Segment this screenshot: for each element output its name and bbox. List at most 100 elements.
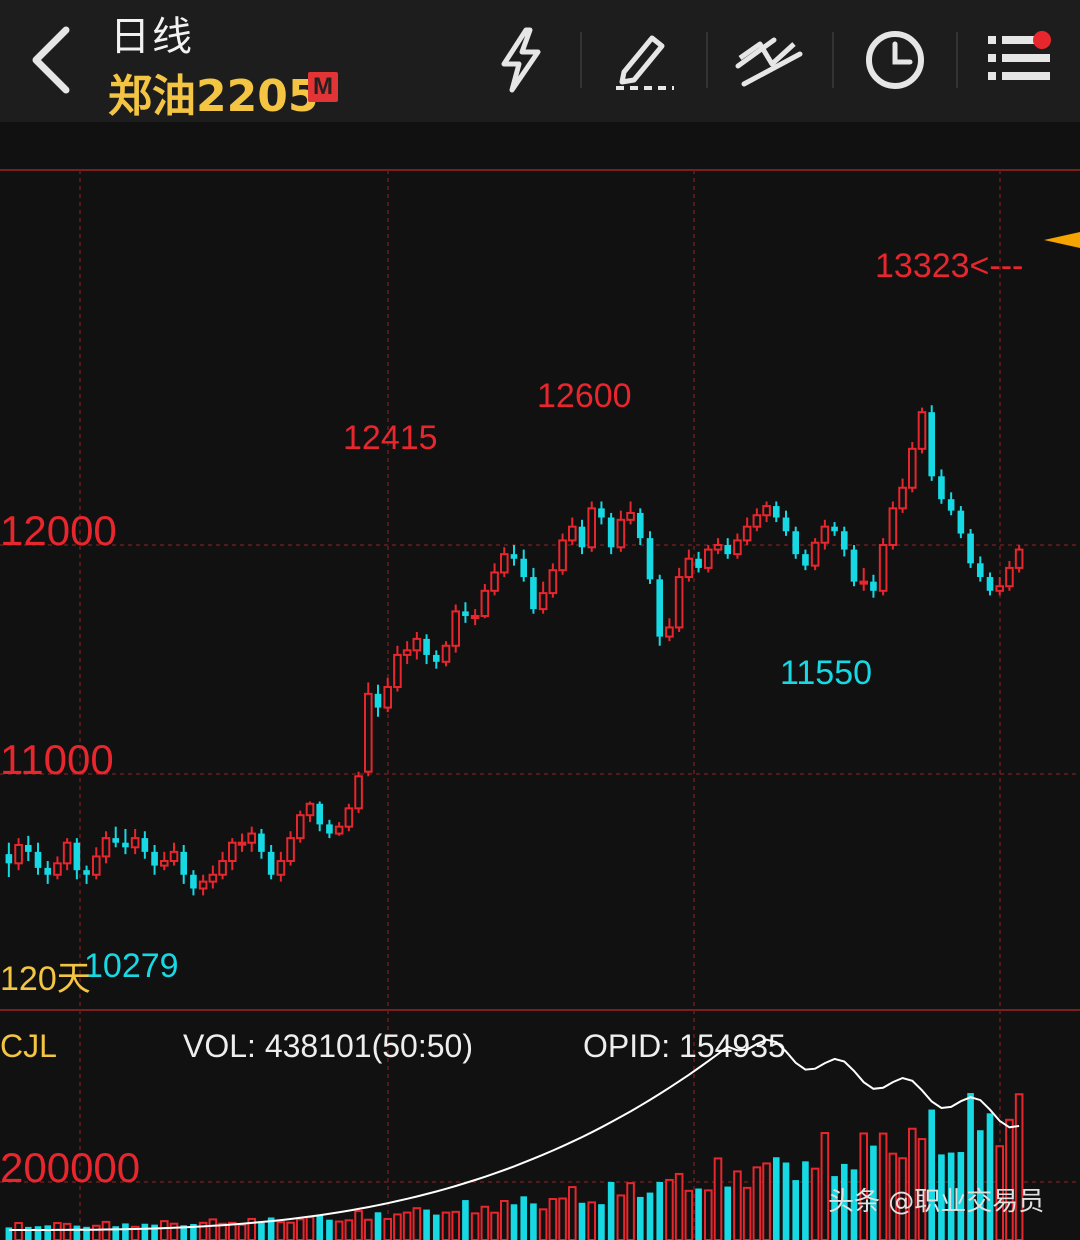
candle: [907, 447, 917, 489]
candle: [598, 508, 605, 518]
volume-bar: [34, 1226, 42, 1240]
candle: [159, 860, 169, 867]
volume-bar: [772, 1157, 780, 1240]
candle: [354, 775, 363, 810]
menu-list-icon[interactable]: [984, 24, 1054, 96]
candle: [190, 874, 197, 889]
candle: [441, 644, 451, 663]
volume-bar: [976, 1130, 984, 1240]
volume-bar: [567, 1186, 577, 1240]
candle: [646, 538, 654, 580]
volume-bar: [742, 1186, 752, 1240]
candle: [363, 692, 373, 773]
candle: [752, 514, 762, 528]
volume-value: VOL: 438101(50:50): [183, 1028, 473, 1064]
candle: [247, 832, 257, 844]
candle: [34, 851, 42, 868]
candle: [636, 512, 644, 539]
candle: [820, 525, 830, 544]
high-annotation-12600: 12600: [537, 377, 632, 415]
volume-bar: [986, 1113, 994, 1240]
candle: [656, 579, 664, 637]
kline-chart[interactable]: 12000 11000 13323<--- 12600 12415 11550 …: [0, 122, 1080, 1240]
volume-bar: [432, 1214, 440, 1240]
volume-bar: [402, 1211, 412, 1240]
volume-bar: [122, 1223, 129, 1240]
volume-bar: [423, 1209, 430, 1240]
volume-bar: [520, 1196, 528, 1240]
volume-bar: [510, 1204, 518, 1240]
volume-bar: [499, 1199, 509, 1240]
candle: [850, 549, 858, 582]
period-count-label[interactable]: 120天: [0, 960, 91, 998]
grid: [0, 169, 1080, 1240]
candle: [578, 526, 586, 548]
candle: [888, 507, 898, 546]
current-price-marker: [1044, 232, 1080, 248]
back-arrow-icon[interactable]: [22, 22, 82, 98]
volume-bar: [237, 1223, 247, 1240]
candle: [859, 580, 869, 585]
notification-dot: [1033, 31, 1051, 49]
volume-bar: [598, 1204, 605, 1240]
volume-bar: [530, 1203, 537, 1240]
volume-bar: [674, 1172, 684, 1240]
candle: [295, 814, 305, 840]
draw-pen-icon[interactable]: [608, 24, 678, 96]
trend-line-icon[interactable]: [734, 24, 804, 96]
candle: [665, 626, 674, 638]
candle: [674, 576, 684, 629]
candle: [1014, 548, 1024, 569]
candle: [122, 842, 129, 848]
volume-bar: [578, 1202, 586, 1240]
volume-bar: [802, 1161, 809, 1240]
toolbar-divider: [832, 32, 834, 88]
candle: [810, 541, 820, 567]
candle: [567, 525, 577, 542]
volume-indicator-name[interactable]: CJL: [0, 1028, 57, 1064]
flash-icon[interactable]: [486, 24, 556, 96]
main-contract-badge: M: [308, 72, 338, 102]
volume-bar: [258, 1222, 265, 1240]
candle: [432, 654, 440, 662]
candle: [412, 637, 422, 652]
volume-bar: [480, 1205, 490, 1240]
candle: [947, 499, 955, 511]
volume-bar: [616, 1194, 626, 1240]
candle: [83, 870, 90, 875]
candle: [276, 860, 286, 876]
high-annotation-13323: 13323<---: [875, 247, 1023, 285]
volume-bar: [684, 1189, 694, 1240]
candle: [548, 569, 558, 595]
candle: [967, 533, 974, 564]
volume-bar: [490, 1211, 499, 1240]
volume-bar: [733, 1170, 742, 1240]
volume-bar: [334, 1220, 344, 1240]
volume-bar: [665, 1178, 674, 1240]
volume-bar: [1014, 1093, 1024, 1240]
clock-icon[interactable]: [860, 24, 930, 96]
top-bar: 日线 郑油2205 M: [0, 0, 1080, 122]
candle: [587, 507, 597, 549]
candle: [782, 517, 790, 532]
candle: [938, 476, 945, 500]
volume-bar: [762, 1162, 771, 1240]
volume-bar: [713, 1157, 723, 1240]
period-title[interactable]: 日线: [110, 4, 194, 62]
candle: [538, 592, 548, 611]
candle: [976, 563, 984, 578]
volume-bar: [44, 1225, 52, 1240]
volume-bar: [928, 1109, 936, 1240]
candle: [24, 844, 32, 852]
candle: [1005, 566, 1014, 588]
symbol-title[interactable]: 郑油2205: [108, 60, 318, 124]
candle: [792, 531, 800, 555]
y-tick-200000: 200000: [0, 1144, 140, 1191]
volume-bar: [73, 1225, 81, 1240]
candle: [480, 589, 490, 617]
candle: [180, 851, 188, 875]
volume-bar: [24, 1226, 32, 1240]
candle: [101, 837, 111, 858]
volume-bar: [141, 1223, 149, 1240]
candle: [772, 506, 780, 518]
